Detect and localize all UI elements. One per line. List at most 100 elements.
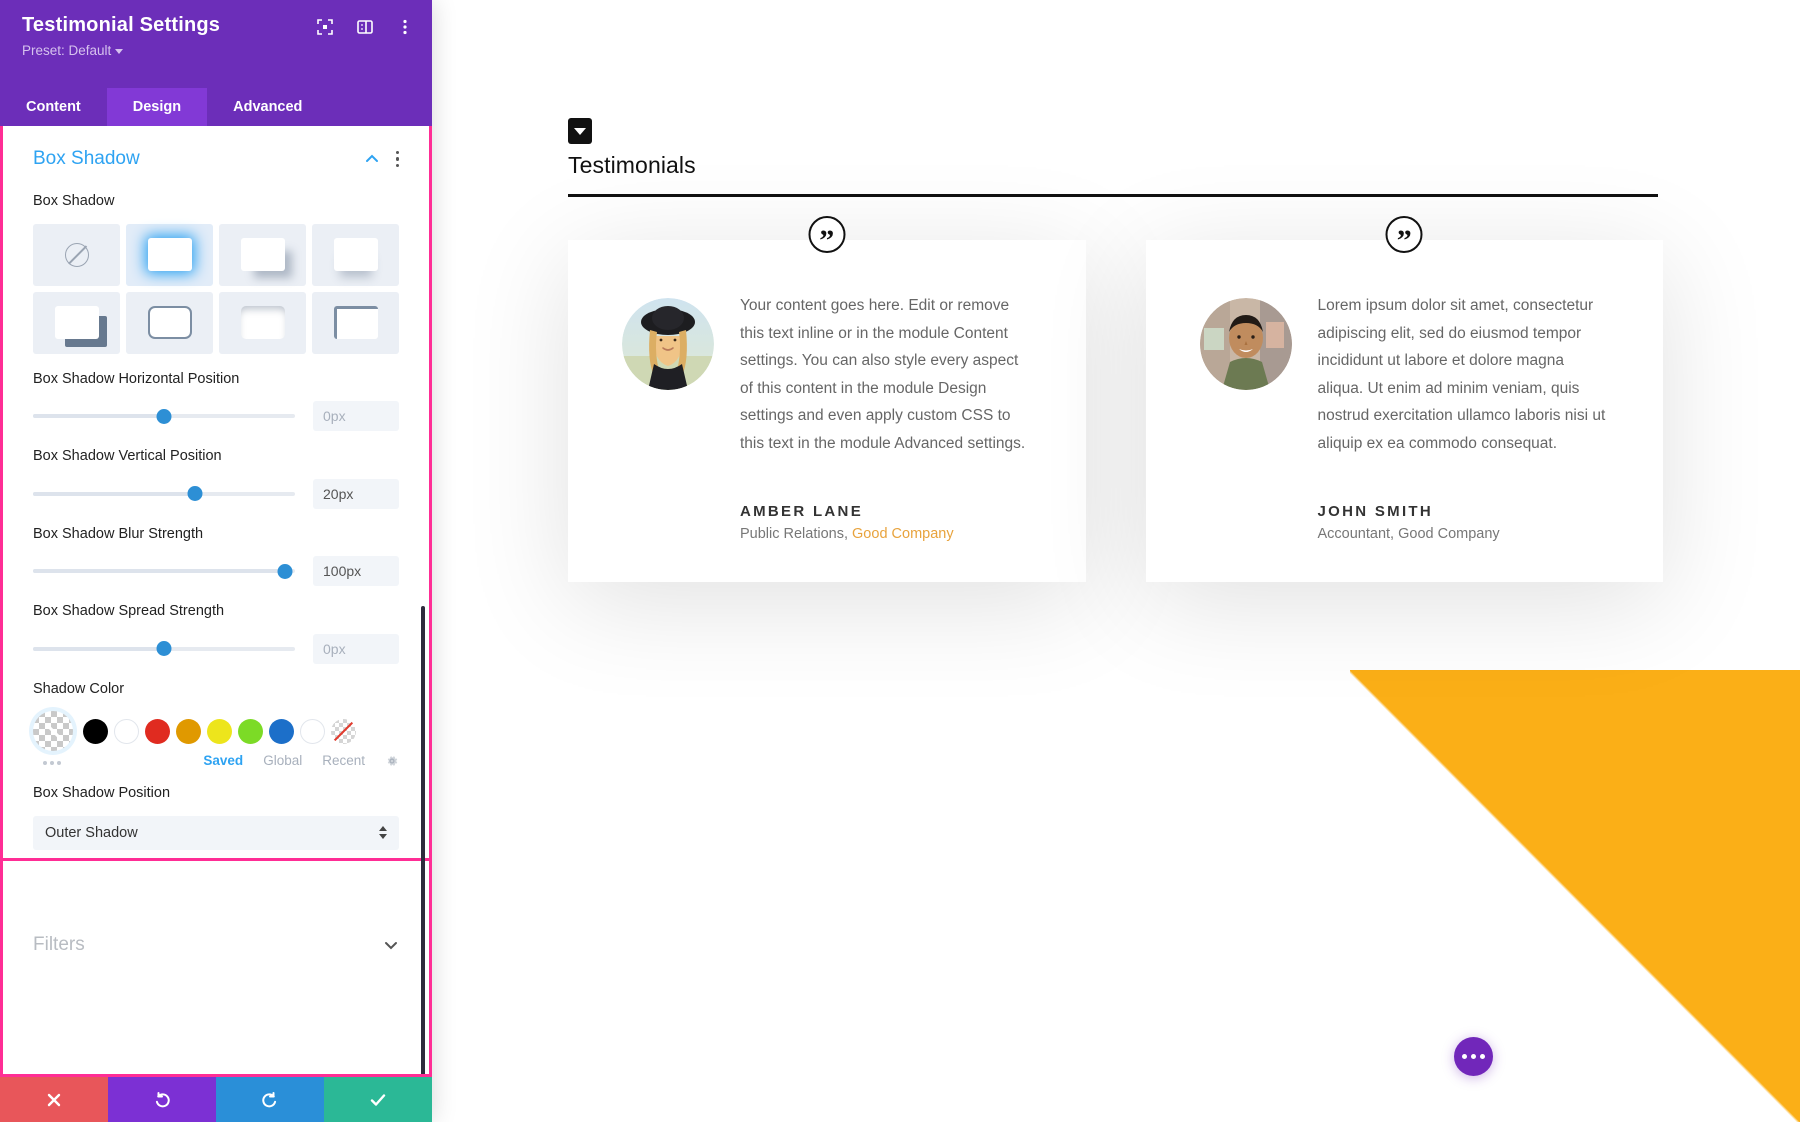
horizontal-position-slider[interactable]: [33, 406, 295, 426]
title-divider: [568, 194, 1658, 197]
ellipsis-dot: [50, 761, 54, 766]
save-button[interactable]: [324, 1077, 432, 1122]
ellipsis-icon[interactable]: [43, 761, 61, 766]
shadow-preview: [240, 306, 285, 340]
testimonial-text: Your content goes here. Edit or remove t…: [740, 297, 1026, 452]
shadow-preset-corner-border[interactable]: [312, 291, 399, 354]
spread-strength-slider[interactable]: [33, 639, 295, 659]
color-swatch-yellow[interactable]: [207, 718, 232, 744]
filters-section-title: Filters: [33, 933, 85, 955]
shadow-preview: [147, 238, 192, 272]
color-swatch-green[interactable]: [238, 718, 263, 744]
shadow-preview: [240, 238, 285, 272]
close-icon: [47, 1093, 61, 1106]
shadow-preset-bottom-soft[interactable]: [312, 223, 399, 286]
page-settings-fab[interactable]: [1454, 1037, 1493, 1076]
box-shadow-position-select[interactable]: Outer Shadow: [33, 815, 399, 850]
shadow-preset-inset[interactable]: [219, 291, 306, 354]
tab-design[interactable]: Design: [106, 88, 208, 126]
color-swatch-blue[interactable]: [269, 718, 294, 744]
panel-tabs: Content Design Advanced: [0, 88, 432, 126]
gear-icon[interactable]: [385, 754, 399, 768]
preset-selector[interactable]: Preset: Default: [22, 43, 410, 58]
slider-knob[interactable]: [156, 408, 172, 424]
kebab-dot: [395, 163, 399, 168]
filters-section-header[interactable]: Filters: [33, 912, 399, 962]
slider-knob[interactable]: [156, 641, 172, 657]
shadow-preset-outline[interactable]: [126, 291, 213, 354]
panel-scrollbar-thumb[interactable]: [421, 606, 425, 1074]
blur-strength-row: 100px: [33, 556, 399, 587]
testimonial-card[interactable]: ”: [1145, 216, 1663, 583]
color-swatch-white[interactable]: [114, 718, 139, 744]
box-shadow-position-label: Box Shadow Position: [33, 785, 171, 802]
vertical-position-slider[interactable]: [33, 484, 295, 504]
slider-fill: [33, 646, 164, 651]
caret-up-icon: [379, 826, 387, 832]
horizontal-position-input[interactable]: 0px: [313, 401, 399, 432]
undo-button[interactable]: [108, 1077, 216, 1122]
slider-fill: [33, 569, 285, 574]
panel-action-bar: [0, 1077, 432, 1122]
transparent-eyedropper-swatch[interactable]: [33, 711, 73, 752]
box-shadow-section-title: Box Shadow: [33, 148, 140, 169]
blur-strength-input[interactable]: 100px: [313, 556, 399, 587]
color-tab-global[interactable]: Global: [263, 753, 302, 768]
shadow-preset-glow[interactable]: [126, 223, 213, 286]
no-color-swatch[interactable]: [331, 718, 356, 744]
color-swatch-orange[interactable]: [176, 718, 201, 744]
panel-header-icons: [316, 18, 414, 36]
module-settings-panel: Testimonial Settings Preset: Default Con…: [0, 0, 432, 1122]
horizontal-position-label: Box Shadow Horizontal Position: [33, 370, 240, 387]
spread-strength-row: 0px: [33, 633, 399, 664]
undo-icon: [155, 1091, 170, 1107]
testimonial-role: Accountant, Good Company: [1318, 526, 1610, 542]
panel-scroll-region: Box Shadow Box Shadow Box Shadow Horizon…: [0, 126, 432, 1077]
cancel-button[interactable]: [0, 1077, 108, 1122]
tab-content[interactable]: Content: [0, 88, 107, 126]
redo-button[interactable]: [216, 1077, 324, 1122]
settings-list: Box Shadow Box Shadow Box Shadow Horizon…: [3, 126, 429, 1074]
color-swatch-black[interactable]: [83, 718, 108, 744]
tab-advanced[interactable]: Advanced: [207, 88, 328, 126]
shadow-preset-none[interactable]: [33, 223, 120, 286]
shadow-preset-hard-offset[interactable]: [33, 291, 120, 354]
color-swatch-red[interactable]: [145, 718, 170, 744]
eyedropper-icon: [45, 723, 61, 739]
slider-knob[interactable]: [187, 486, 203, 502]
box-shadow-position-value: Outer Shadow: [45, 824, 138, 841]
ellipsis-dot: [57, 761, 61, 766]
ellipsis-dot: [43, 761, 47, 766]
kebab-menu-icon[interactable]: [395, 150, 399, 168]
blur-strength-slider[interactable]: [33, 561, 295, 581]
shadow-preset-diagonal-soft[interactable]: [219, 223, 306, 286]
blur-strength-label: Box Shadow Blur Strength: [33, 525, 204, 542]
caret-down-icon: [379, 834, 387, 840]
shadow-color-label: Shadow Color: [33, 680, 125, 697]
ellipsis-dot: [1480, 1054, 1485, 1059]
box-shadow-section-header[interactable]: Box Shadow: [33, 126, 399, 176]
layout-columns-icon[interactable]: [356, 18, 374, 36]
chevron-up-icon[interactable]: [364, 151, 380, 167]
shadow-preview: [333, 306, 378, 340]
chevron-down-icon[interactable]: [383, 937, 399, 953]
focus-target-icon[interactable]: [316, 18, 334, 36]
redo-icon: [262, 1091, 277, 1107]
chevron-down-icon: [115, 48, 124, 54]
color-swatch-white-2[interactable]: [300, 718, 325, 744]
testimonial-author: AMBER LANE: [740, 503, 863, 521]
testimonial-company-link[interactable]: Good Company: [852, 526, 954, 542]
vertical-position-label: Box Shadow Vertical Position: [33, 448, 222, 465]
vertical-position-input[interactable]: 20px: [313, 478, 399, 509]
color-tab-recent[interactable]: Recent: [322, 753, 365, 768]
spread-strength-input[interactable]: 0px: [313, 633, 399, 664]
section-collapse-handle[interactable]: [568, 118, 592, 144]
avatar-amber-lane: [622, 298, 714, 390]
color-tab-saved[interactable]: Saved: [203, 753, 243, 768]
testimonial-card[interactable]: ”: [568, 216, 1086, 583]
testimonial-author: JOHN SMITH: [1317, 503, 1434, 521]
slider-knob[interactable]: [277, 563, 293, 579]
accent-wedge: [1350, 670, 1800, 1122]
kebab-menu-icon[interactable]: [396, 18, 414, 36]
preset-label: Preset: Default: [22, 43, 112, 58]
